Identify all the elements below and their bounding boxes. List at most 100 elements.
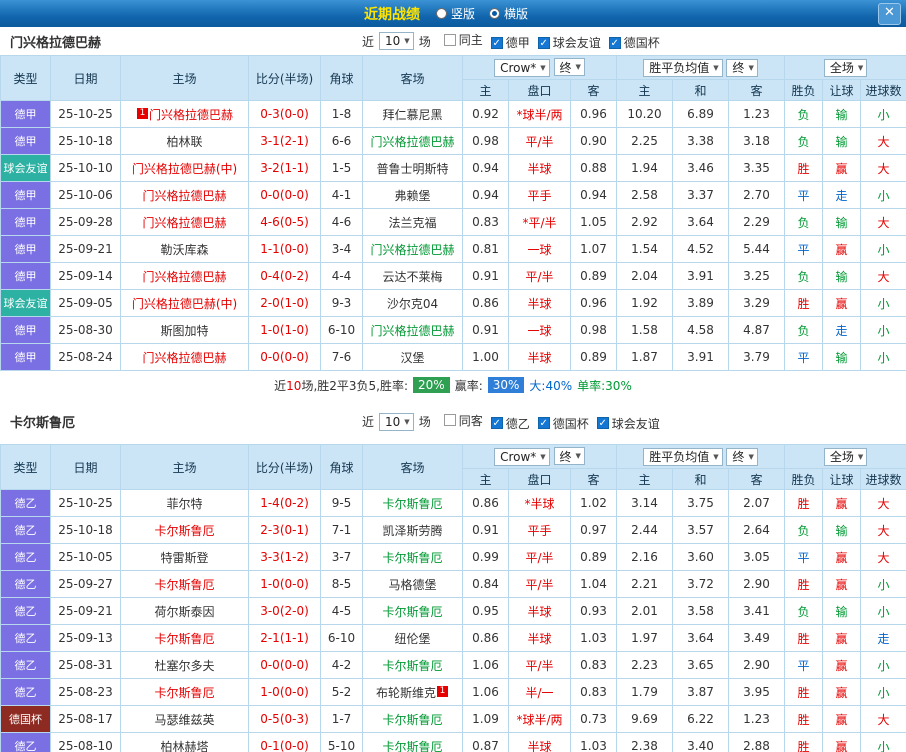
home-team-cell: 门兴格拉德巴赫	[121, 182, 249, 209]
checkbox-box[interactable]	[444, 414, 456, 426]
radio-icon[interactable]	[436, 8, 447, 19]
final-odds-select[interactable]: 终▼	[726, 448, 757, 466]
layout-radio-vertical[interactable]: 竖版	[436, 5, 475, 22]
sub-header: 进球数	[861, 80, 906, 101]
corners-cell: 4-5	[321, 598, 363, 625]
match-date-cell: 25-09-21	[51, 236, 121, 263]
final-odds-select[interactable]: 终▼	[726, 59, 757, 77]
team-name: 杜塞尔多夫	[154, 659, 214, 673]
handicap-cell: *半球	[509, 490, 571, 517]
score-cell: 1-0(0-0)	[249, 679, 321, 706]
summary-text: 场,胜2平3负5,胜率:	[301, 379, 408, 393]
checkbox-box[interactable]: ✓	[538, 37, 550, 49]
avg-home-odds-cell: 2.44	[617, 517, 673, 544]
league-type-cell: 德甲	[1, 344, 51, 371]
checkbox-box[interactable]: ✓	[597, 417, 609, 429]
avg-away-odds-cell: 3.35	[729, 155, 785, 182]
result-outcome-cell: 平	[785, 236, 823, 263]
handicap-cell: 半球	[509, 155, 571, 182]
radio-selected-icon[interactable]	[489, 8, 500, 19]
result-handicap-cell: 输	[823, 128, 861, 155]
radio-label: 竖版	[451, 5, 475, 22]
match-row: 德甲25-08-24门兴格拉德巴赫0-0(0-0)7-6汉堡1.00半球0.89…	[1, 344, 906, 371]
sub-header: 让球	[823, 469, 861, 490]
home-team-cell: 马瑟维兹英	[121, 706, 249, 733]
team-name: 卡尔斯鲁厄	[382, 551, 442, 565]
asian-home-odds-cell: 0.95	[463, 598, 509, 625]
result-goals-cell: 大	[861, 706, 906, 733]
home-team-cell: 勒沃库森	[121, 236, 249, 263]
result-outcome-cell: 胜	[785, 490, 823, 517]
match-count-select[interactable]: 10 ▼	[379, 413, 414, 431]
team-name: 布轮斯维克	[376, 686, 436, 700]
fullmatch-select[interactable]: 全场▼	[824, 448, 867, 466]
final-odds-select[interactable]: 终▼	[554, 447, 585, 465]
league-type-cell: 德乙	[1, 544, 51, 571]
avg-odds-select[interactable]: 胜平负均值▼	[643, 448, 722, 466]
avg-home-odds-cell: 1.94	[617, 155, 673, 182]
sub-header: 主	[463, 80, 509, 101]
score-cell: 0-3(0-0)	[249, 101, 321, 128]
team-name: 卡尔斯鲁厄	[382, 713, 442, 727]
filter-checkbox[interactable]: ✓德国杯	[538, 415, 589, 432]
checkbox-box[interactable]: ✓	[491, 417, 503, 429]
result-outcome-cell: 胜	[785, 290, 823, 317]
radio-label: 横版	[504, 5, 528, 22]
checkbox-box[interactable]: ✓	[609, 37, 621, 49]
odds-source-value: Crow*	[500, 450, 536, 464]
filter-checkbox[interactable]: ✓德乙	[491, 415, 530, 432]
handicap-cell: 半球	[509, 344, 571, 371]
home-team-cell: 卡尔斯鲁厄	[121, 679, 249, 706]
result-handicap-cell: 输	[823, 517, 861, 544]
layout-radio-horizontal[interactable]: 横版	[489, 5, 528, 22]
filter-checkbox[interactable]: 同客	[444, 412, 483, 429]
avg-odds-select[interactable]: 胜平负均值▼	[643, 59, 722, 77]
home-team-cell: 特雷斯登	[121, 544, 249, 571]
result-handicap-cell: 赢	[823, 571, 861, 598]
result-handicap-cell: 输	[823, 598, 861, 625]
score-cell: 1-0(1-0)	[249, 317, 321, 344]
match-date-cell: 25-08-23	[51, 679, 121, 706]
filter-checkbox[interactable]: ✓球会友谊	[597, 415, 660, 432]
asian-away-odds-cell: 0.89	[571, 263, 617, 290]
away-team-filters: 近 10 ▼ 场 同客✓德乙✓德国杯✓球会友谊	[362, 412, 660, 432]
match-row: 德乙25-10-18卡尔斯鲁厄2-3(0-1)7-1凯泽斯劳腾0.91平手0.9…	[1, 517, 906, 544]
match-count-select[interactable]: 10 ▼	[379, 32, 414, 50]
away-team-cell: 沙尔克04	[363, 290, 463, 317]
asian-odds-header-group: Crow* ▼ 终▼	[463, 445, 617, 469]
checkbox-box[interactable]	[444, 34, 456, 46]
asian-odds-header-group: Crow*▼ 终▼	[463, 56, 617, 80]
filter-checkbox-group: 同主 ✓德甲 ✓球会友谊 ✓德国杯	[436, 31, 660, 51]
team-name: 拜仁慕尼黑	[382, 108, 442, 122]
corners-cell: 3-4	[321, 236, 363, 263]
chevron-down-icon: ▼	[540, 453, 545, 461]
matches-label: 场	[419, 413, 431, 430]
checkbox-box[interactable]: ✓	[538, 417, 550, 429]
filter-checkbox[interactable]: 同主	[444, 31, 483, 48]
avg-draw-odds-cell: 3.37	[673, 182, 729, 209]
final-odds-select[interactable]: 终▼	[554, 58, 585, 76]
match-row: 德甲25-09-21勒沃库森1-1(0-0)3-4门兴格拉德巴赫0.81一球1.…	[1, 236, 906, 263]
result-goals-cell: 小	[861, 344, 906, 371]
chevron-down-icon: ▼	[540, 64, 545, 72]
team-name: 汉堡	[400, 351, 424, 365]
result-outcome-cell: 负	[785, 317, 823, 344]
filter-checkbox[interactable]: ✓德国杯	[609, 34, 660, 51]
filter-checkbox[interactable]: ✓球会友谊	[538, 34, 601, 51]
fullmatch-select[interactable]: 全场▼	[824, 59, 867, 77]
checkbox-box[interactable]: ✓	[491, 37, 503, 49]
avg-away-odds-cell: 3.49	[729, 625, 785, 652]
asian-home-odds-cell: 1.06	[463, 652, 509, 679]
match-date-cell: 25-08-24	[51, 344, 121, 371]
handicap-cell: 平/半	[509, 571, 571, 598]
avg-away-odds-cell: 3.29	[729, 290, 785, 317]
win-rate-badge: 20%	[413, 377, 450, 393]
odds-source-select[interactable]: Crow*▼	[494, 59, 550, 77]
avg-draw-odds-cell: 4.58	[673, 317, 729, 344]
close-button[interactable]: ✕	[878, 3, 901, 25]
filter-checkbox[interactable]: ✓德甲	[491, 34, 530, 51]
window-title: 近期战绩	[364, 4, 420, 24]
odds-source-select[interactable]: Crow* ▼	[494, 448, 550, 466]
team-name: 弗赖堡	[394, 189, 430, 203]
match-row: 德乙25-09-21荷尔斯泰因3-0(2-0)4-5卡尔斯鲁厄0.95半球0.9…	[1, 598, 906, 625]
